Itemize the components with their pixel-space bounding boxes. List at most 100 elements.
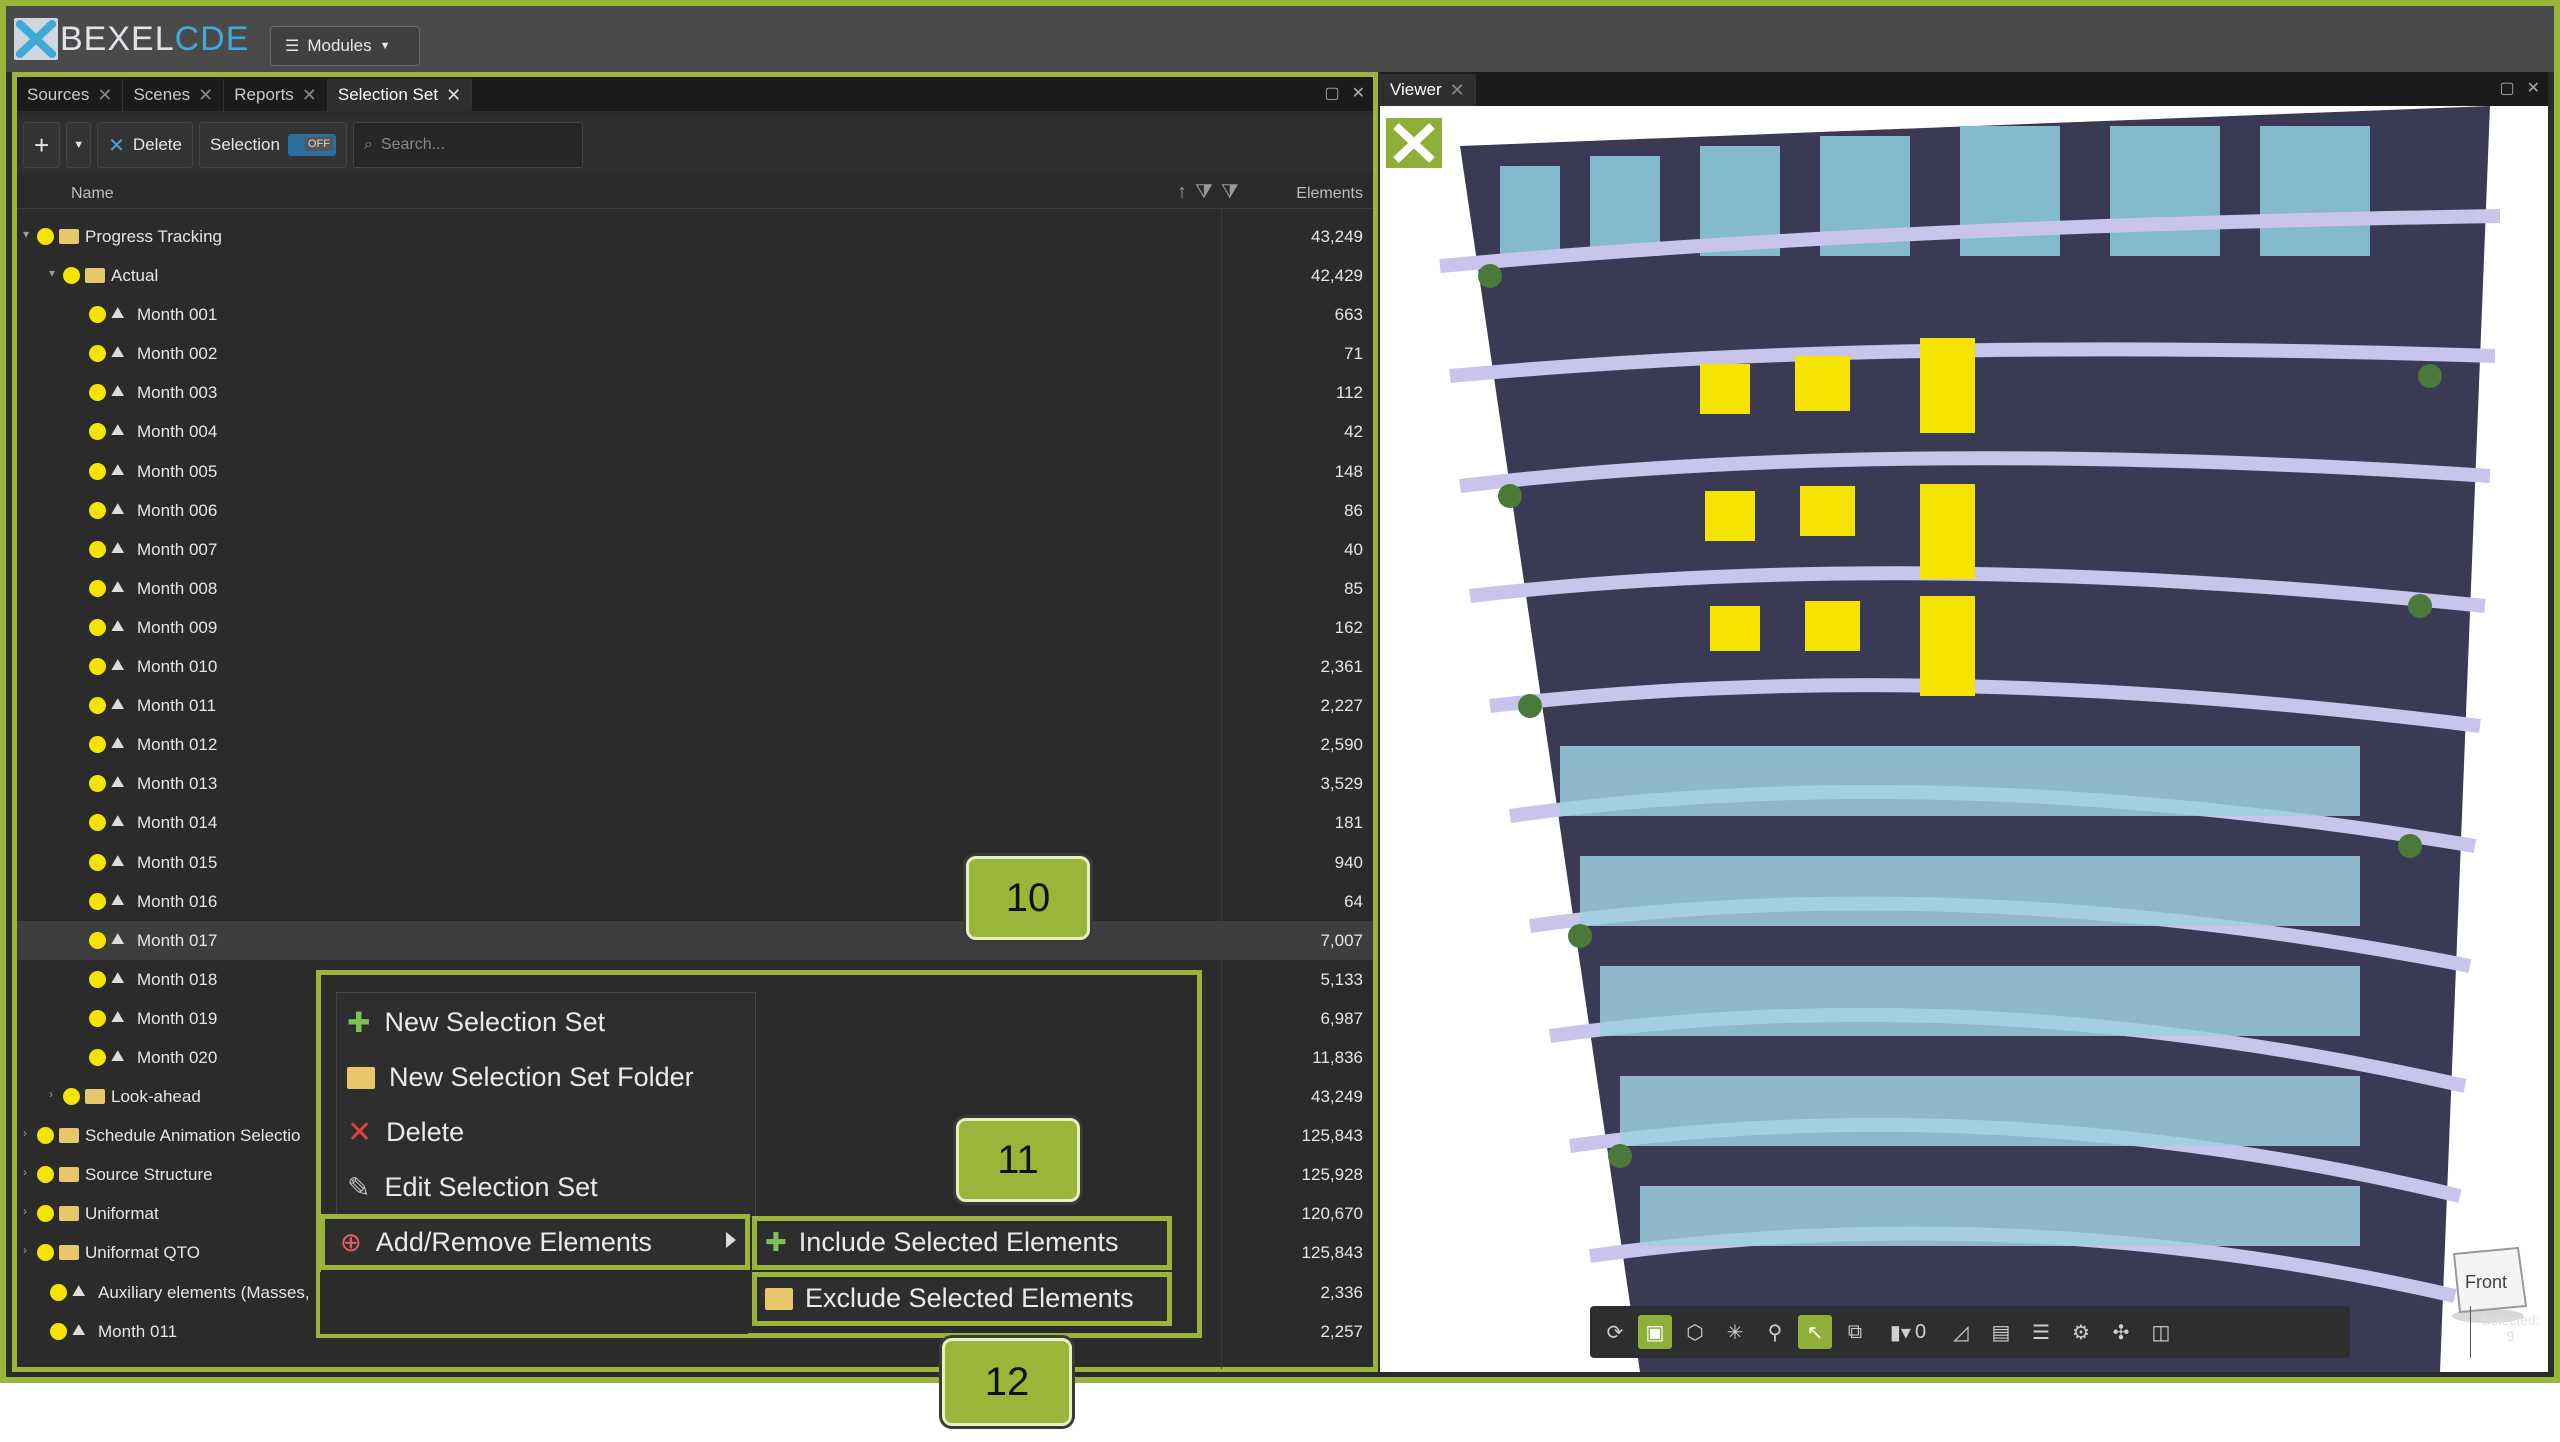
visibility-dot-icon[interactable] [89,423,106,441]
expand-arrow-icon[interactable]: › [23,1165,27,1179]
walk-icon[interactable]: ⚲ [1758,1315,1792,1349]
tab-sources[interactable]: Sources ✕ [17,79,124,111]
search-input[interactable]: ⌕ Search... [352,122,583,168]
tree-set-row[interactable]: ⛰ Month 012 2,590 [17,725,1373,764]
tree-set-row[interactable]: ⛰ Month 013 3,529 [17,764,1373,803]
visibility-dot-icon[interactable] [89,618,106,636]
delete-button[interactable]: ✕ Delete [97,122,193,168]
tree-set-row[interactable]: ⛰ Month 005 148 [17,452,1373,491]
visibility-dot-icon[interactable] [89,462,106,480]
tree-set-row[interactable]: ⛰ Month 002 71 [17,334,1373,373]
column-name[interactable]: Name [71,185,114,203]
tree-set-row[interactable]: ⛰ Month 016 64 [17,882,1373,921]
visibility-dot-icon[interactable] [37,228,54,245]
filter-icon[interactable]: ⧩ [1221,181,1239,204]
pointer-icon[interactable]: ↖ [1798,1315,1832,1349]
selection-toggle[interactable]: OFF [287,134,336,156]
tab-selection-set[interactable]: Selection Set ✕ [327,79,473,111]
filter-icon[interactable]: ⧩ [1195,181,1213,204]
image-icon[interactable]: ▤ [1984,1315,2018,1349]
tab-reports[interactable]: Reports ✕ [224,79,328,111]
visibility-dot-icon[interactable] [89,814,106,832]
tree-set-row[interactable]: ⛰ Month 014 181 [17,803,1373,842]
expand-arrow-icon[interactable]: › [23,1243,27,1257]
menu-item-new-selection-set[interactable]: ✚ New Selection Set [337,995,757,1050]
tree-set-row[interactable]: ⛰ Month 009 162 [17,608,1373,647]
close-icon[interactable]: ✕ [302,85,317,106]
visibility-dot-icon[interactable] [89,384,106,402]
maximize-icon[interactable]: ▢ [1324,83,1339,103]
menu-item-new-folder[interactable]: New Selection Set Folder [337,1050,757,1105]
3d-view-icon[interactable]: ⬡ [1678,1315,1712,1349]
modules-button[interactable]: ☰ Modules ▼ [270,26,420,66]
tree-set-row[interactable]: ⛰ Month 008 85 [17,569,1373,608]
settings-icon[interactable]: ⚙ [2064,1315,2098,1349]
add-dropdown-button[interactable]: ▼ [66,122,92,168]
visibility-dot-icon[interactable] [50,1322,67,1340]
menu-item-delete[interactable]: ✕ Delete [337,1105,757,1160]
visibility-dot-icon[interactable] [89,501,106,519]
visibility-dot-icon[interactable] [63,1088,80,1106]
3d-viewport[interactable]: Front ⟳ ▣ ⬡ ✳ ⚲ ↖ ⧉ ▮▾ 0 ◿ ▤ ☰ ⚙ ✣ ◫ Sele… [1380,106,2548,1372]
visibility-dot-icon[interactable] [89,853,106,871]
tree-folder-row[interactable]: ▾ Actual 42,429 [17,256,1373,295]
sort-icon[interactable]: ↑ [1177,181,1187,204]
explode-icon[interactable]: ✣ [2104,1315,2138,1349]
visibility-dot-icon[interactable] [37,1205,54,1223]
tree-set-row[interactable]: ⛰ Month 003 112 [17,373,1373,412]
select-box-icon[interactable]: ▣ [1638,1315,1672,1349]
tree-set-row[interactable]: ⛰ Month 004 42 [17,412,1373,451]
visibility-dot-icon[interactable] [89,697,106,715]
collapse-arrow-icon[interactable]: ▾ [49,266,55,280]
tree-set-row[interactable]: ⛰ Month 017 7,007 [17,920,1373,960]
visibility-dot-icon[interactable] [89,540,106,558]
visibility-dot-icon[interactable] [89,1048,106,1066]
fit-icon[interactable]: ✳ [1718,1315,1752,1349]
visibility-dot-icon[interactable] [89,1009,106,1027]
menu-item-edit[interactable]: ✎ Edit Selection Set [337,1160,757,1215]
collapse-arrow-icon[interactable]: ▾ [23,227,29,241]
list-icon[interactable]: ☰ [2024,1315,2058,1349]
visibility-dot-icon[interactable] [89,892,106,910]
close-icon[interactable]: ✕ [446,85,461,106]
column-elements[interactable]: Elements [1296,185,1363,203]
tree-set-row[interactable]: ⛰ Month 001 663 [17,295,1373,334]
tree-set-row[interactable]: ⛰ Month 011 2,227 [17,686,1373,725]
visibility-dot-icon[interactable] [89,775,106,793]
expand-arrow-icon[interactable]: › [23,1204,27,1218]
orbit-icon[interactable]: ⟳ [1598,1315,1632,1349]
expand-arrow-icon[interactable]: › [49,1087,53,1101]
tab-viewer[interactable]: Viewer ✕ [1380,74,1476,106]
visibility-dot-icon[interactable] [89,579,106,597]
visibility-dot-icon[interactable] [37,1244,54,1262]
visibility-dot-icon[interactable] [89,970,106,988]
views-icon[interactable]: ▮▾ 0 [1878,1315,1938,1349]
visibility-dot-icon[interactable] [50,1283,67,1301]
visibility-dot-icon[interactable] [89,736,106,754]
visibility-dot-icon[interactable] [89,345,106,363]
menu-item-add-remove[interactable]: ⊕ Add/Remove Elements [330,1216,748,1268]
close-icon[interactable]: ✕ [2527,78,2540,98]
visibility-dot-icon[interactable] [37,1127,54,1145]
visibility-dot-icon[interactable] [89,658,106,676]
close-icon[interactable]: ✕ [1352,83,1365,103]
expand-arrow-icon[interactable]: › [23,1126,27,1140]
visibility-dot-icon[interactable] [89,306,106,324]
section-icon[interactable]: ⧉ [1838,1315,1872,1349]
visibility-dot-icon[interactable] [37,1166,54,1184]
selection-toggle-button[interactable]: Selection OFF [198,122,347,168]
close-icon[interactable]: ✕ [97,85,112,106]
tree-set-row[interactable]: ⛰ Month 007 40 [17,530,1373,569]
submenu-include[interactable]: ✚ Include Selected Elements [752,1216,1172,1270]
close-icon[interactable]: ✕ [198,85,213,106]
tree-set-row[interactable]: ⛰ Month 010 2,361 [17,647,1373,686]
tab-scenes[interactable]: Scenes ✕ [123,79,225,111]
isolate-icon[interactable]: ◫ [2144,1315,2178,1349]
tree-folder-row[interactable]: ▾ Progress Tracking 43,249 [17,217,1373,256]
add-button[interactable]: + [23,122,61,168]
visibility-dot-icon[interactable] [89,931,106,949]
close-icon[interactable]: ✕ [1450,80,1465,101]
tree-set-row[interactable]: ⛰ Month 006 86 [17,491,1373,530]
measure-icon[interactable]: ◿ [1944,1315,1978,1349]
tree-set-row[interactable]: ⛰ Month 015 940 [17,843,1373,882]
